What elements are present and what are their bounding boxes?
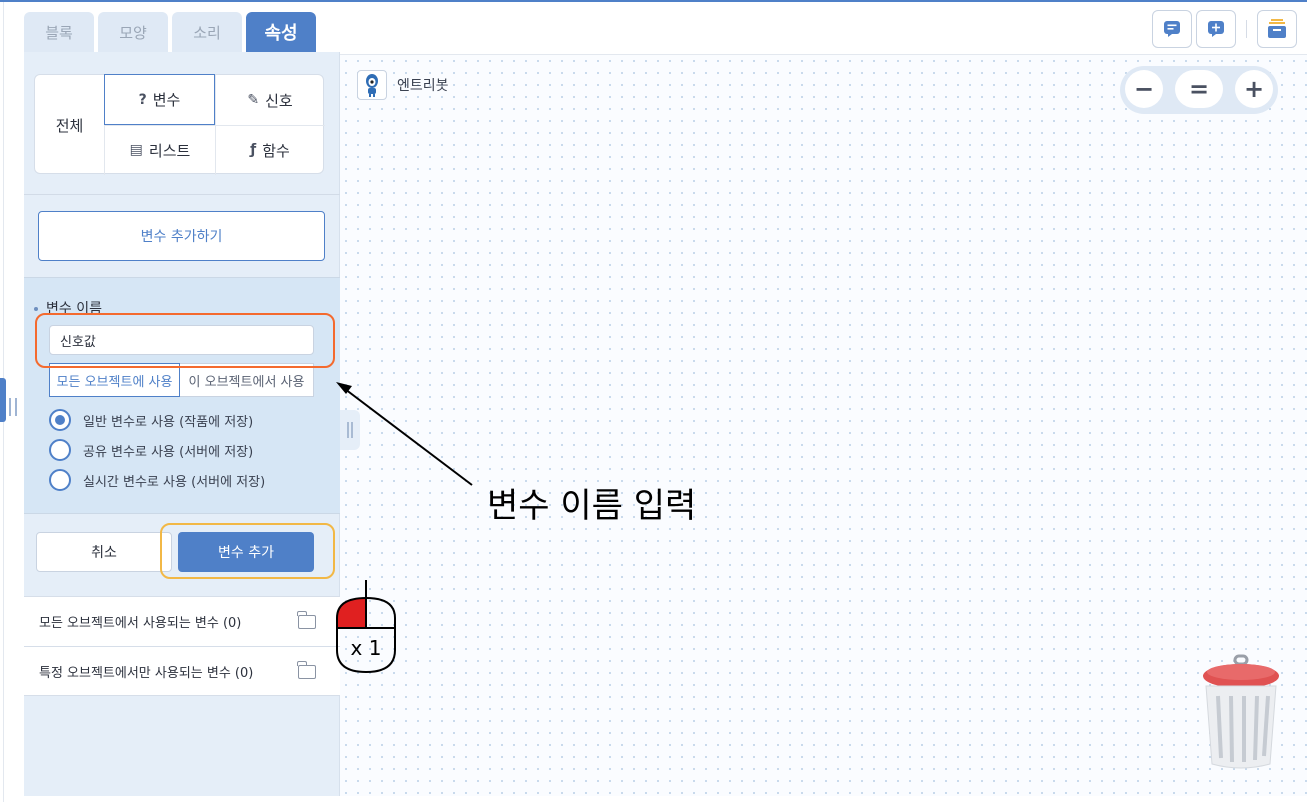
top-accent-line bbox=[0, 0, 1307, 2]
zoom-in-button[interactable]: + bbox=[1235, 70, 1273, 108]
object-thumbnail bbox=[357, 70, 387, 100]
radio-button[interactable] bbox=[49, 409, 71, 431]
signal-icon: ✎ bbox=[247, 92, 260, 108]
category-label: 신호 bbox=[265, 91, 293, 110]
radio-label: 실시간 변수로 사용 (서버에 저장) bbox=[83, 474, 266, 490]
archive-icon bbox=[1268, 19, 1286, 38]
click-count-label: x 1 bbox=[350, 636, 382, 660]
zoom-controls: − = + bbox=[1120, 66, 1278, 114]
tab-sounds[interactable]: 소리 bbox=[172, 12, 242, 52]
radio-label: 일반 변수로 사용 (작품에 저장) bbox=[83, 414, 254, 430]
comment-button[interactable] bbox=[1152, 10, 1192, 48]
category-function[interactable]: ƒ 함수 bbox=[215, 125, 325, 175]
object-name: 엔트리봇 bbox=[397, 78, 449, 94]
panel-divider bbox=[24, 194, 340, 195]
bullet bbox=[34, 307, 38, 311]
current-object: 엔트리봇 bbox=[357, 70, 449, 100]
callout-text: 변수 이름 입력 bbox=[487, 486, 697, 526]
question-icon: ? bbox=[138, 91, 147, 108]
category-box: 전체 ? 변수 ✎ 신호 ▤ 리스트 ƒ 함수 bbox=[34, 74, 325, 175]
list-item-label: 모든 오브젝트에서 사용되는 변수 (0) bbox=[39, 616, 242, 631]
properties-panel: 전체 ? 변수 ✎ 신호 ▤ 리스트 ƒ 함수 변수 추가하기 변수 이름 신호… bbox=[24, 52, 340, 796]
highlight-name-input bbox=[35, 313, 335, 368]
workspace-tabs: 블록 모양 소리 속성 bbox=[24, 12, 316, 52]
tab-blocks[interactable]: 블록 bbox=[24, 12, 94, 52]
radio-button[interactable] bbox=[49, 469, 71, 491]
scope-this-object-button[interactable]: 이 오브젝트에서 사용 bbox=[180, 363, 314, 397]
zoom-out-button[interactable]: − bbox=[1125, 70, 1163, 108]
folder-icon[interactable] bbox=[297, 661, 316, 679]
panel-resize-handle[interactable] bbox=[340, 410, 360, 450]
radio-shared-variable[interactable]: 공유 변수로 사용 (서버에 저장) bbox=[49, 438, 253, 462]
function-icon: ƒ bbox=[250, 142, 257, 158]
add-comment-icon bbox=[1208, 21, 1224, 37]
zoom-reset-button[interactable]: = bbox=[1175, 70, 1223, 108]
grip-icon bbox=[347, 422, 353, 438]
scope-all-objects-button[interactable]: 모든 오브젝트에 사용 bbox=[49, 363, 180, 397]
folder-icon[interactable] bbox=[297, 611, 316, 629]
block-canvas[interactable] bbox=[340, 54, 1307, 796]
entrybot-icon bbox=[366, 74, 378, 97]
tab-shapes[interactable]: 모양 bbox=[98, 12, 168, 52]
radio-label: 공유 변수로 사용 (서버에 저장) bbox=[83, 444, 254, 460]
category-label: 변수 bbox=[152, 91, 181, 109]
list-icon: ▤ bbox=[129, 142, 143, 158]
add-variable-button[interactable]: 변수 추가하기 bbox=[38, 211, 325, 261]
list-item-label: 특정 오브젝트에서만 사용되는 변수 (0) bbox=[39, 665, 254, 681]
category-variable[interactable]: ? 변수 bbox=[104, 74, 215, 125]
list-item[interactable]: 모든 오브젝트에서 사용되는 변수 (0) bbox=[24, 596, 340, 646]
add-comment-button[interactable] bbox=[1196, 10, 1236, 48]
comment-icon bbox=[1164, 21, 1180, 37]
category-label: 함수 bbox=[262, 141, 290, 160]
trash-icon[interactable] bbox=[1198, 652, 1284, 772]
toolbar-separator bbox=[1246, 20, 1247, 38]
left-rail-grip[interactable] bbox=[0, 378, 6, 422]
radio-selected-dot bbox=[55, 415, 65, 425]
radio-button[interactable] bbox=[49, 439, 71, 461]
category-signal[interactable]: ✎ 신호 bbox=[215, 75, 325, 125]
left-rail-handle[interactable] bbox=[9, 398, 17, 416]
cancel-button[interactable]: 취소 bbox=[36, 532, 172, 572]
radio-realtime-variable[interactable]: 실시간 변수로 사용 (서버에 저장) bbox=[49, 468, 265, 492]
highlight-add-button bbox=[160, 523, 335, 579]
radio-normal-variable[interactable]: 일반 변수로 사용 (작품에 저장) bbox=[49, 408, 253, 432]
list-item[interactable]: 특정 오브젝트에서만 사용되는 변수 (0) bbox=[24, 646, 340, 696]
category-label: 리스트 bbox=[148, 141, 191, 160]
archive-button[interactable] bbox=[1257, 10, 1297, 48]
category-list[interactable]: ▤ 리스트 bbox=[105, 125, 215, 175]
tab-properties[interactable]: 속성 bbox=[246, 12, 316, 52]
category-all[interactable]: 전체 bbox=[35, 75, 105, 175]
